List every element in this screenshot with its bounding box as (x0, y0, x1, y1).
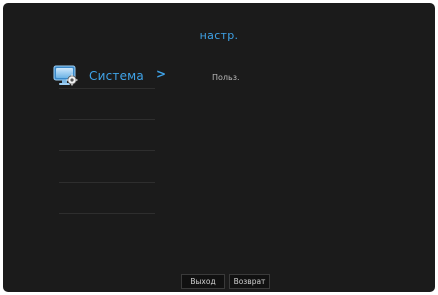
footer-buttons: Выход Возврат (181, 274, 270, 289)
menu-item-label: Система (89, 69, 144, 83)
return-button[interactable]: Возврат (229, 274, 270, 289)
monitor-gear-icon (53, 65, 79, 87)
page-title: настр. (199, 29, 239, 42)
menu-item-system[interactable]: Система > (52, 61, 166, 91)
menu-divider (59, 213, 155, 214)
submenu-item-user[interactable]: Польз. (212, 73, 240, 82)
menu-divider (59, 150, 155, 151)
chevron-right-icon: > (156, 67, 167, 81)
settings-menu: Система > (52, 61, 166, 91)
exit-button[interactable]: Выход (181, 274, 225, 289)
menu-divider (59, 119, 155, 120)
menu-divider (59, 182, 155, 183)
settings-screen: настр. Система > Польз. Выход Возврат (3, 3, 435, 292)
menu-divider (59, 88, 155, 89)
